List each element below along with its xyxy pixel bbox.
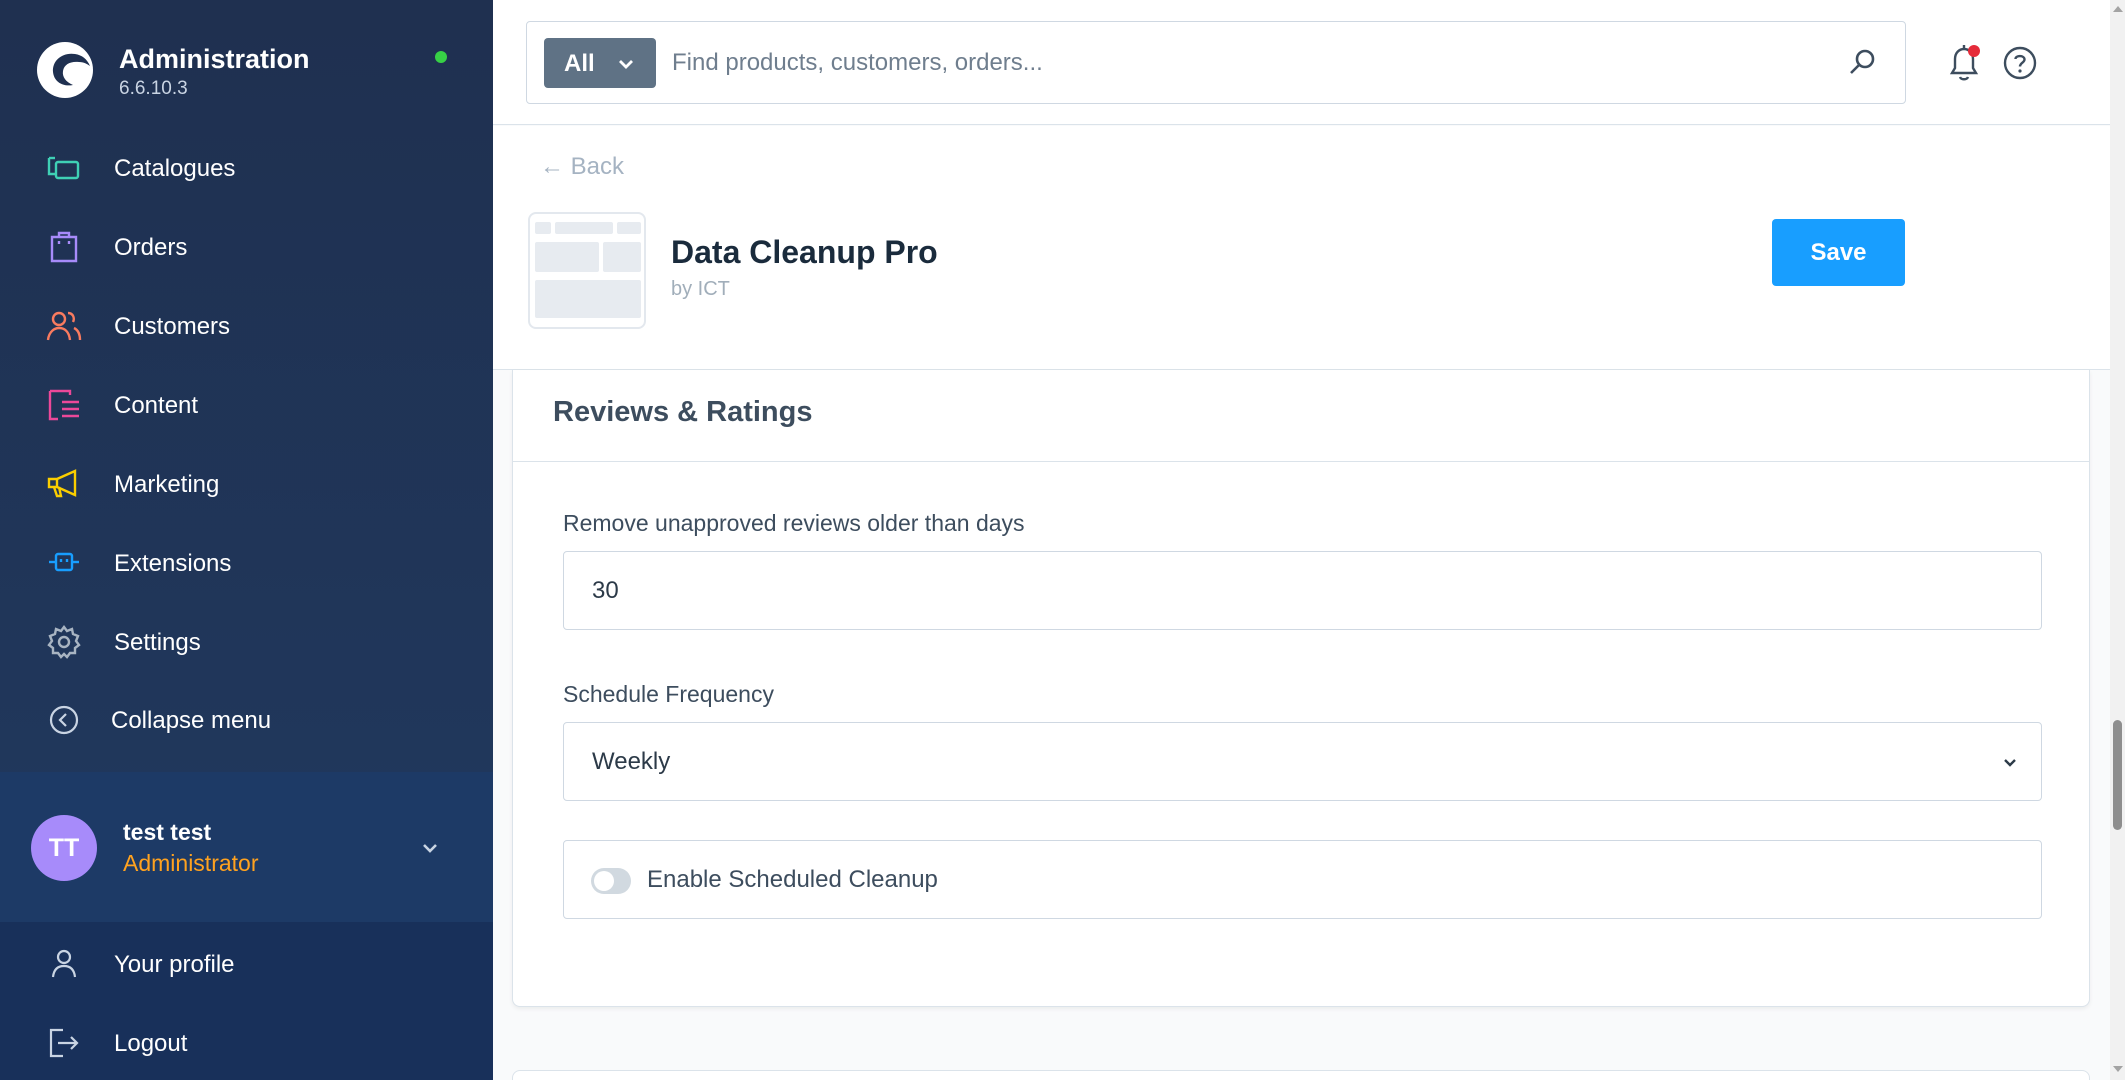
logout-link[interactable]: Logout <box>0 1007 493 1077</box>
nav-label: Extensions <box>114 550 232 577</box>
chevron-left-circle-icon <box>49 705 79 735</box>
chevron-down-icon <box>2004 759 2016 767</box>
account-menu: Your profile Logout <box>0 922 493 1080</box>
nav-label: Orders <box>114 234 188 261</box>
search-type-label: All <box>564 50 595 77</box>
nav-item-catalogues[interactable]: Catalogues <box>0 132 493 202</box>
toggle-knob <box>594 871 614 891</box>
nav-item-orders[interactable]: Orders <box>0 211 493 281</box>
customers-icon <box>46 311 82 341</box>
scroll-up-arrow-icon[interactable] <box>2113 6 2123 12</box>
scheduled-cleanup-toggle[interactable] <box>591 868 631 894</box>
online-status-indicator <box>435 51 447 63</box>
back-link[interactable]: ← Back <box>540 153 624 181</box>
logout-icon <box>49 1028 79 1058</box>
user-panel[interactable]: TT test test Administrator <box>0 772 493 922</box>
settings-icon <box>47 625 81 659</box>
frequency-select-value: Weekly <box>592 748 671 775</box>
extension-title: Data Cleanup Pro <box>671 234 938 270</box>
extensions-icon <box>49 552 79 572</box>
back-label: Back <box>570 153 625 180</box>
nav-label: Content <box>114 392 199 419</box>
your-profile-label: Your profile <box>114 951 235 978</box>
extension-author: by ICT <box>671 278 730 300</box>
nav-item-settings[interactable]: Settings <box>0 606 493 676</box>
global-search: All <box>526 21 1906 104</box>
page-scrollbar[interactable] <box>2110 0 2125 1080</box>
collapse-menu-label: Collapse menu <box>111 707 272 734</box>
content-icon <box>48 389 79 421</box>
search-input[interactable] <box>672 40 1822 86</box>
frequency-select[interactable]: Weekly <box>563 722 2042 801</box>
chevron-down-icon <box>619 60 633 69</box>
catalogues-icon <box>47 156 80 180</box>
notification-badge <box>1968 45 1980 57</box>
extension-header: ← Back Data Cleanup Pro by ICT Save <box>493 126 2110 370</box>
days-field-label: Remove unapproved reviews older than day… <box>563 510 1025 536</box>
marketing-icon <box>47 469 77 498</box>
user-name: test test <box>123 819 212 845</box>
chevron-down-icon[interactable] <box>420 840 440 856</box>
card-title: Reviews & Ratings <box>553 396 813 428</box>
extension-thumbnail <box>528 212 646 329</box>
nav-label: Catalogues <box>114 155 236 182</box>
orders-icon <box>50 231 78 263</box>
next-card <box>512 1070 2090 1080</box>
logout-label: Logout <box>114 1030 188 1057</box>
scrollbar-thumb[interactable] <box>2113 720 2122 830</box>
nav-item-content[interactable]: Content <box>0 369 493 439</box>
days-input[interactable] <box>563 551 2042 630</box>
nav-item-customers[interactable]: Customers <box>0 290 493 360</box>
nav-label: Marketing <box>114 471 220 498</box>
avatar: TT <box>31 815 97 881</box>
reviews-ratings-card: Reviews & Ratings Remove unapproved revi… <box>512 370 2090 1007</box>
scroll-down-arrow-icon[interactable] <box>2113 1066 2123 1072</box>
save-button[interactable]: Save <box>1772 219 1905 286</box>
arrow-left-icon: ← <box>540 153 571 180</box>
nav-item-marketing[interactable]: Marketing <box>0 448 493 518</box>
frequency-field-label: Schedule Frequency <box>563 681 774 707</box>
user-icon <box>51 949 77 978</box>
nav-label: Customers <box>114 313 231 340</box>
shopware-logo-icon[interactable] <box>35 40 95 100</box>
nav-item-extensions[interactable]: Extensions <box>0 527 493 597</box>
toggle-label: Enable Scheduled Cleanup <box>647 866 938 893</box>
app-version: 6.6.10.3 <box>119 78 188 99</box>
sidebar: Administration 6.6.10.3 Catalogues Order… <box>0 0 493 1080</box>
divider <box>513 461 2089 462</box>
app-title: Administration <box>119 44 310 74</box>
sidebar-header: Administration 6.6.10.3 <box>0 0 493 140</box>
user-role: Administrator <box>123 850 259 876</box>
search-type-dropdown[interactable]: All <box>544 38 656 88</box>
search-icon[interactable] <box>1845 46 1879 80</box>
collapse-menu-button[interactable]: Collapse menu <box>0 684 493 754</box>
your-profile-link[interactable]: Your profile <box>0 928 493 998</box>
scheduled-cleanup-toggle-field: Enable Scheduled Cleanup <box>563 840 2042 919</box>
top-bar: All <box>493 0 2110 125</box>
nav-label: Settings <box>114 629 201 656</box>
help-icon[interactable] <box>2001 44 2039 82</box>
